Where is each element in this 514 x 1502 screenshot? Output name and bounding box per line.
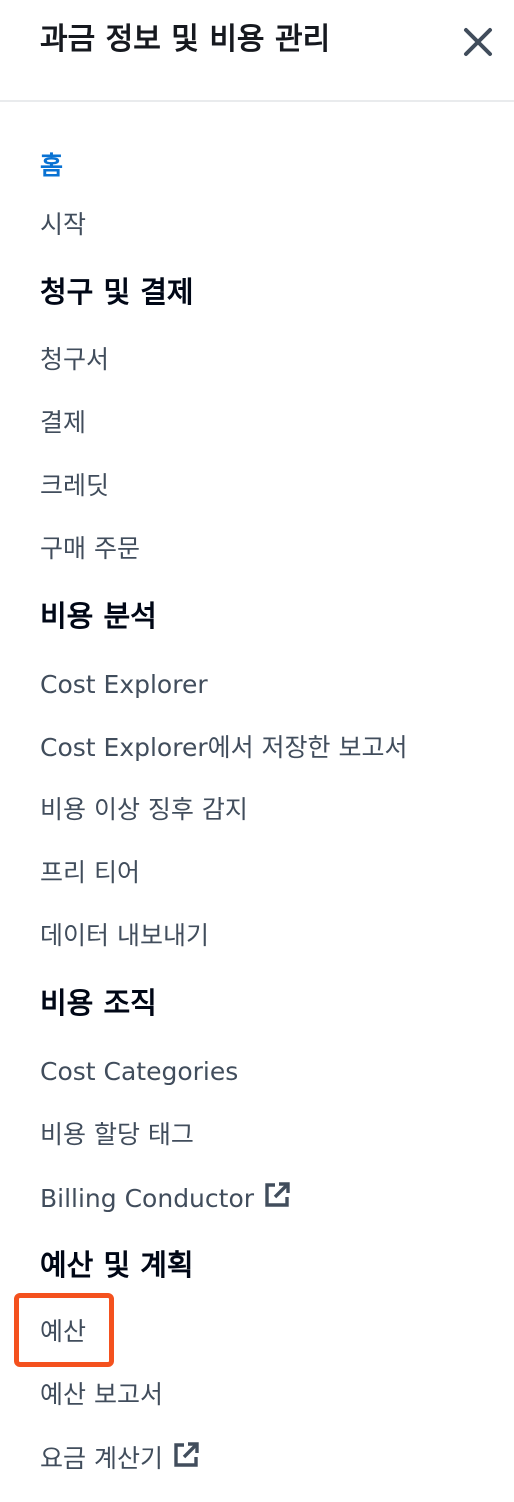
panel-header: 과금 정보 및 비용 관리 — [0, 0, 514, 102]
section-heading-budgets-planning: 예산 및 계획 — [40, 1248, 194, 1282]
nav-item-budgets[interactable]: 예산 — [40, 1314, 86, 1350]
nav-item-credits[interactable]: 크레딧 — [40, 468, 109, 504]
nav-item-cost-explorer-saved-reports[interactable]: Cost Explorer에서 저장한 보고서 — [40, 730, 408, 766]
nav-item-budget-reports[interactable]: 예산 보고서 — [40, 1377, 163, 1413]
nav-item-purchase-orders[interactable]: 구매 주문 — [40, 531, 140, 567]
nav-item-cost-explorer[interactable]: Cost Explorer — [40, 667, 208, 703]
nav-item-pricing-calculator[interactable]: 요금 계산기 — [40, 1440, 201, 1477]
nav-item-data-exports[interactable]: 데이터 내보내기 — [40, 918, 209, 954]
nav-item-cost-allocation-tags[interactable]: 비용 할당 태그 — [40, 1117, 194, 1153]
nav-item-cost-anomaly-detection[interactable]: 비용 이상 징후 감지 — [40, 792, 248, 828]
section-heading-cost-analysis: 비용 분석 — [40, 599, 157, 633]
nav-item-home[interactable]: 홈 — [40, 148, 63, 184]
nav-item-pricing-calculator-label: 요금 계산기 — [40, 1444, 163, 1473]
external-link-icon — [265, 1182, 290, 1207]
section-heading-billing: 청구 및 결제 — [40, 275, 194, 309]
nav-item-payments[interactable]: 결제 — [40, 405, 86, 441]
external-link-icon — [174, 1442, 199, 1467]
nav-item-free-tier[interactable]: 프리 티어 — [40, 855, 140, 891]
section-heading-cost-organization: 비용 조직 — [40, 986, 157, 1020]
nav-item-bills[interactable]: 청구서 — [40, 342, 109, 378]
panel-title: 과금 정보 및 비용 관리 — [40, 22, 331, 57]
nav-item-cost-categories[interactable]: Cost Categories — [40, 1054, 238, 1090]
nav-item-billing-conductor-label: Billing Conductor — [40, 1184, 255, 1213]
close-icon — [464, 28, 492, 56]
nav-item-billing-conductor[interactable]: Billing Conductor — [40, 1180, 292, 1217]
nav-item-getting-started[interactable]: 시작 — [40, 207, 86, 243]
close-button[interactable] — [458, 22, 498, 62]
